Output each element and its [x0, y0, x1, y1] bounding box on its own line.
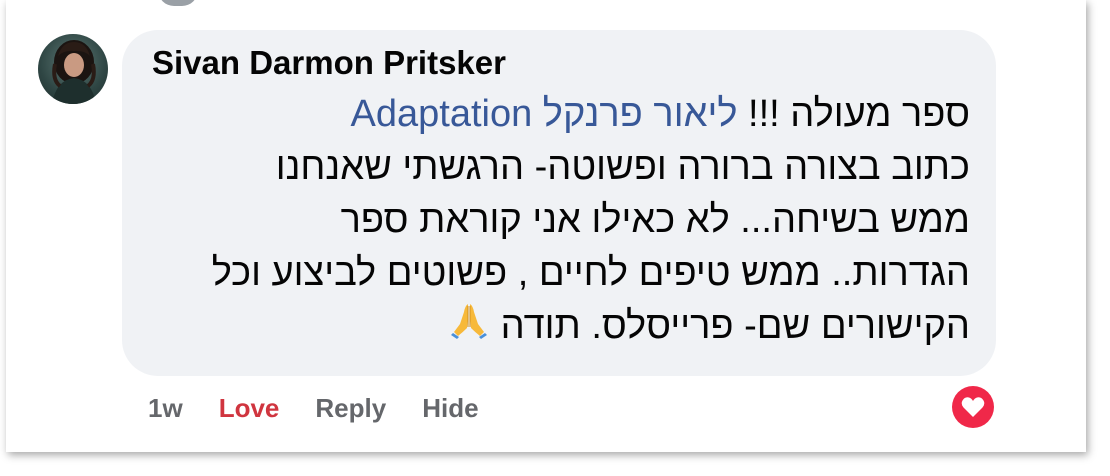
reaction-badge[interactable] — [952, 386, 994, 428]
comment-line: הקישורים שם- פרייסלס. תודה — [150, 300, 970, 355]
heart-icon — [961, 397, 985, 417]
comment-text-segment: ספר מעולה !!! — [737, 93, 970, 135]
mention-link[interactable]: ליאור פרנקל Adaptation — [351, 93, 738, 135]
comment-line: הגדרות.. ממש טיפים לחיים , פשוטים לביצוע… — [211, 252, 970, 294]
comment-author[interactable]: Sivan Darmon Pritsker — [152, 44, 506, 82]
comment-line: כתוב בצורה ברורה ופשוטה- הרגשתי שאנחנו — [275, 146, 970, 188]
previous-comment-fragment — [146, 0, 786, 6]
comment-card: Sivan Darmon Pritsker ספר מעולה !!! ליאו… — [6, 0, 1086, 452]
previous-avatar — [158, 0, 198, 6]
folded-hands-icon — [449, 300, 489, 355]
comment-line: ספר מעולה !!! ליאור פרנקל Adaptation — [150, 88, 970, 141]
avatar[interactable] — [38, 34, 108, 104]
comment-line: ממש בשיחה... לא כאילו אני קוראת ספר — [340, 199, 970, 241]
timestamp[interactable]: 1w — [148, 393, 183, 424]
profile-photo-icon — [52, 40, 96, 104]
comment-text: ספר מעולה !!! ליאור פרנקל Adaptation כתו… — [150, 88, 970, 355]
love-button[interactable]: Love — [219, 393, 280, 424]
comment-actions: 1w Love Reply Hide — [148, 393, 479, 424]
comment-bubble: Sivan Darmon Pritsker ספר מעולה !!! ליאו… — [122, 30, 996, 376]
hide-button[interactable]: Hide — [422, 393, 478, 424]
comment-text-segment: הקישורים שם- פרייסלס. תודה — [500, 305, 970, 347]
reply-button[interactable]: Reply — [315, 393, 386, 424]
